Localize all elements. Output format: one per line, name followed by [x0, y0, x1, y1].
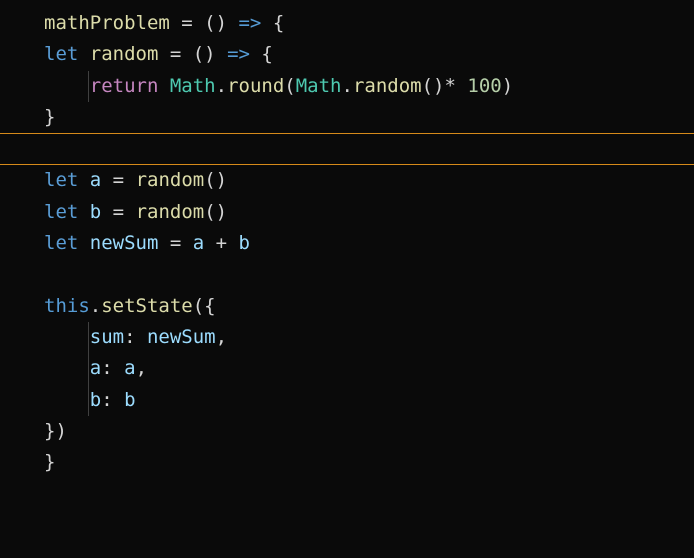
token-indent	[44, 389, 90, 411]
token-variable: b	[90, 201, 101, 223]
diff-gap	[0, 134, 694, 165]
token-paren: )	[502, 75, 513, 97]
token-keyword: let	[44, 232, 78, 254]
code-editor[interactable]: mathProblem = () => { let random = () =>…	[0, 0, 694, 479]
token-brace: {	[250, 43, 273, 65]
token-number: 100	[467, 75, 501, 97]
code-line: mathProblem = () => {	[0, 8, 694, 39]
token-class: Math	[170, 75, 216, 97]
token-space	[158, 75, 169, 97]
token-brace: }	[44, 451, 55, 473]
code-line: this.setState({	[0, 291, 694, 322]
token-variable: a	[90, 169, 101, 191]
token-function: mathProblem	[44, 12, 170, 34]
token-operator: *	[444, 75, 467, 97]
code-line: return Math.round(Math.random()* 100)	[0, 71, 694, 102]
token-method: random	[353, 75, 422, 97]
token-paren: ()	[422, 75, 445, 97]
code-line: let random = () => {	[0, 39, 694, 70]
token-brace-paren: })	[44, 420, 67, 442]
token-dot: .	[90, 295, 101, 317]
token-space	[78, 43, 89, 65]
token-space	[78, 201, 89, 223]
token-paren: (	[284, 75, 295, 97]
code-line: a: a,	[0, 353, 694, 384]
token-property: sum	[90, 326, 124, 348]
indent-guide	[88, 71, 89, 102]
token-colon: :	[124, 326, 147, 348]
token-indent	[44, 357, 90, 379]
token-function-call: random	[136, 169, 205, 191]
code-line: let a = random()	[0, 165, 694, 196]
code-line: let newSum = a + b	[0, 228, 694, 259]
token-paren-brace: ({	[193, 295, 216, 317]
token-this: this	[44, 295, 90, 317]
token-function-call: random	[136, 201, 205, 223]
token-comma: ,	[216, 326, 227, 348]
token-indent	[44, 75, 90, 97]
code-line-blank	[0, 259, 694, 290]
code-line: })	[0, 416, 694, 447]
token-keyword: let	[44, 169, 78, 191]
token-property: a	[90, 357, 101, 379]
token-colon: :	[101, 357, 124, 379]
token-paren: ()	[204, 169, 227, 191]
token-space	[78, 232, 89, 254]
token-operator: +	[204, 232, 238, 254]
token-variable: a	[193, 232, 204, 254]
token-arrow: =>	[238, 12, 261, 34]
token-method: setState	[101, 295, 193, 317]
token-keyword: return	[90, 75, 159, 97]
code-line: let b = random()	[0, 197, 694, 228]
token-keyword: let	[44, 43, 78, 65]
indent-guide	[88, 353, 89, 384]
token-variable: b	[239, 232, 250, 254]
token-dot: .	[342, 75, 353, 97]
token-function: random	[90, 43, 159, 65]
token-brace: {	[261, 12, 284, 34]
token-dot: .	[216, 75, 227, 97]
token-equals: =	[158, 232, 192, 254]
indent-guide	[88, 322, 89, 353]
code-line: }	[0, 447, 694, 478]
token-equals: =	[101, 169, 135, 191]
token-method: round	[227, 75, 284, 97]
code-line: b: b	[0, 385, 694, 416]
code-line: }	[0, 102, 694, 134]
token-property: b	[90, 389, 101, 411]
token-indent	[44, 326, 90, 348]
token-comma: ,	[136, 357, 147, 379]
token-variable: newSum	[90, 232, 159, 254]
token-punct: = ()	[158, 43, 227, 65]
token-variable: newSum	[147, 326, 216, 348]
token-equals: =	[101, 201, 135, 223]
indent-guide	[88, 385, 89, 416]
token-space	[78, 169, 89, 191]
token-keyword: let	[44, 201, 78, 223]
token-brace: }	[44, 106, 55, 128]
code-line: sum: newSum,	[0, 322, 694, 353]
token-punct: = ()	[170, 12, 239, 34]
token-arrow: =>	[227, 43, 250, 65]
token-variable: a	[124, 357, 135, 379]
token-paren: ()	[204, 201, 227, 223]
token-variable: b	[124, 389, 135, 411]
token-class: Math	[296, 75, 342, 97]
token-colon: :	[101, 389, 124, 411]
